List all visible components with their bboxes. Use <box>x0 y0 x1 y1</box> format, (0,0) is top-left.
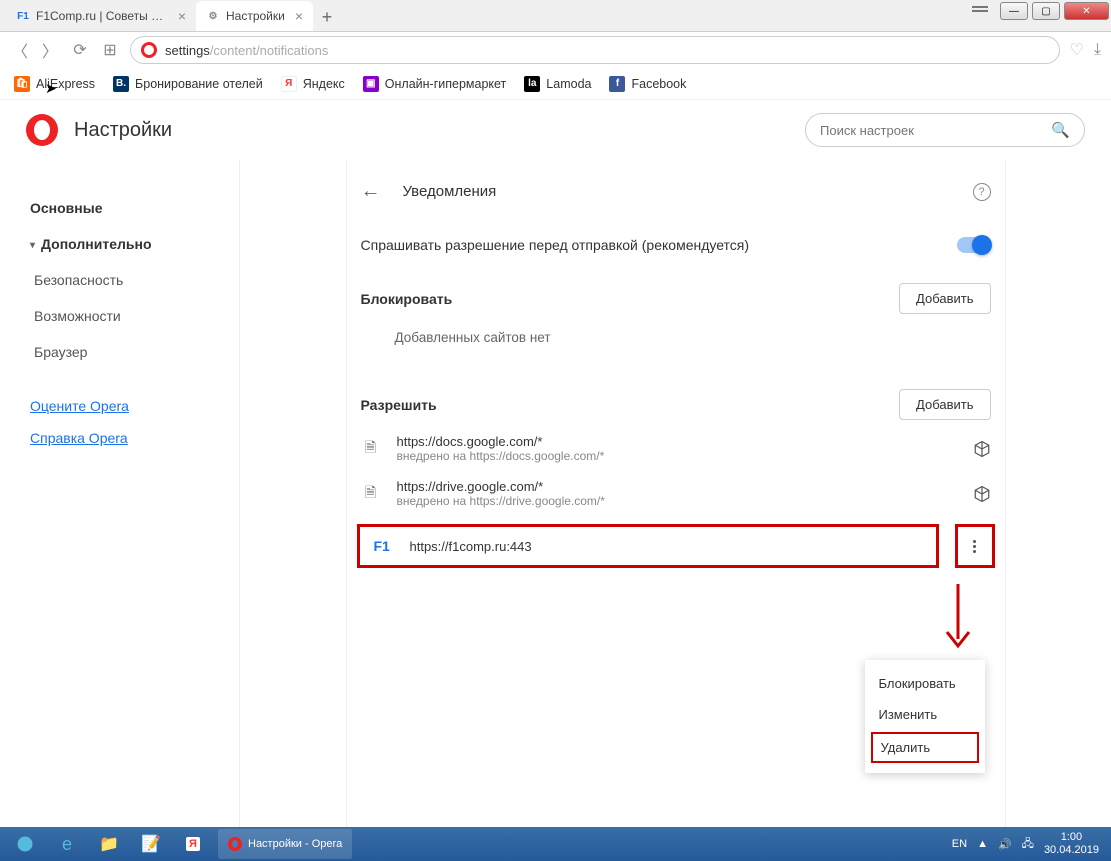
site-url: https://docs.google.com/* <box>397 434 957 449</box>
favicon: F1 <box>16 9 30 23</box>
ctx-edit[interactable]: Изменить <box>865 699 985 730</box>
tray-volume-icon[interactable]: 🔊 <box>998 838 1012 851</box>
bookmark-lamoda[interactable]: laLamoda <box>524 76 591 92</box>
ctx-delete[interactable]: Удалить <box>871 732 979 763</box>
opera-logo-icon <box>26 114 58 146</box>
sidebar-item-security[interactable]: Безопасность <box>30 262 239 298</box>
annotation-arrow-icon <box>943 584 973 659</box>
ctx-block[interactable]: Блокировать <box>865 668 985 699</box>
maximize-button[interactable]: ▢ <box>1032 2 1060 20</box>
f1-icon: F1 <box>374 538 394 554</box>
address-bar: 〈 〉 ⟳ ⊞ settings/content/notifications ♡… <box>0 32 1111 68</box>
add-allow-button[interactable]: Добавить <box>899 389 990 420</box>
forward-button[interactable]: 〉 <box>40 40 60 60</box>
cube-icon[interactable] <box>973 485 991 503</box>
tab-title: F1Comp.ru | Советы и лайф <box>36 9 168 23</box>
cube-icon[interactable] <box>973 440 991 458</box>
settings-header: Настройки 🔍 <box>0 100 1111 160</box>
sidebar-item-basic[interactable]: Основные <box>30 190 239 226</box>
file-icon: 🗎 <box>361 437 381 461</box>
minimize-button[interactable]: — <box>1000 2 1028 20</box>
site-url: https://f1comp.ru:443 <box>410 539 532 554</box>
speed-dial-icon[interactable]: ⊞ <box>100 40 120 60</box>
sidebar-item-advanced[interactable]: Дополнительно <box>30 226 239 262</box>
address-input[interactable]: settings/content/notifications <box>130 36 1060 64</box>
language-indicator[interactable]: EN <box>952 838 967 850</box>
tray-flag-icon[interactable]: ▲ <box>977 838 988 850</box>
block-heading: Блокировать <box>361 291 453 307</box>
site-url: https://drive.google.com/* <box>397 479 957 494</box>
highlighted-site-row[interactable]: F1 https://f1comp.ru:443 <box>357 524 939 568</box>
sidebar: Основные Дополнительно Безопасность Возм… <box>0 160 240 827</box>
task-label: Настройки - Opera <box>248 838 342 850</box>
panel-heading: Уведомления <box>403 183 497 200</box>
block-empty-text: Добавленных сайтов нет <box>347 320 1005 355</box>
taskbar: e 📁 📝 Я Настройки - Opera EN ▲ 🔊 🖧 1:00 … <box>0 827 1111 861</box>
yandex-icon[interactable]: Я <box>172 829 214 859</box>
add-block-button[interactable]: Добавить <box>899 283 990 314</box>
explorer-icon[interactable]: 📁 <box>88 829 130 859</box>
search-input[interactable] <box>820 123 1043 138</box>
bookmark-yandex[interactable]: ЯЯндекс <box>281 76 345 92</box>
ask-before-toggle[interactable] <box>957 237 991 253</box>
file-icon: 🗎 <box>361 482 381 506</box>
bookmark-hypermarket[interactable]: ▣Онлайн-гипермаркет <box>363 76 507 92</box>
notifications-panel: ← Уведомления ? Спрашивать разрешение пе… <box>346 160 1006 827</box>
site-embedded: внедрено на https://docs.google.com/* <box>397 449 957 463</box>
rate-opera-link[interactable]: Оцените Opera <box>30 390 239 422</box>
tab-bar: F1 F1Comp.ru | Советы и лайф × ⚙ Настрой… <box>0 0 1111 32</box>
allow-site-row: 🗎 https://drive.google.com/* внедрено на… <box>347 471 1005 516</box>
download-icon[interactable]: ⤓ <box>1094 41 1101 59</box>
context-menu: Блокировать Изменить Удалить <box>865 660 985 773</box>
tab-f1comp[interactable]: F1 F1Comp.ru | Советы и лайф × <box>6 1 196 31</box>
ask-before-row[interactable]: Спрашивать разрешение перед отправкой (р… <box>347 221 1005 269</box>
site-embedded: внедрено на https://drive.google.com/* <box>397 494 957 508</box>
help-opera-link[interactable]: Справка Opera <box>30 422 239 454</box>
site-menu-button[interactable] <box>955 524 995 568</box>
start-button[interactable] <box>4 829 46 859</box>
ie-icon[interactable]: e <box>46 829 88 859</box>
address-text: settings/content/notifications <box>165 43 328 58</box>
window-controls: — ▢ ✕ <box>998 0 1111 22</box>
bookmark-facebook[interactable]: fFacebook <box>609 76 686 92</box>
tab-close-icon[interactable]: × <box>295 8 303 24</box>
bookmark-aliexpress[interactable]: 🛍AliExpress <box>14 76 95 92</box>
tray-network-icon[interactable]: 🖧 <box>1022 835 1034 854</box>
back-button[interactable]: 〈 <box>10 40 30 60</box>
new-tab-button[interactable]: + <box>313 3 341 31</box>
opera-icon <box>228 837 242 851</box>
search-icon: 🔍 <box>1051 121 1070 139</box>
reload-button[interactable]: ⟳ <box>70 40 90 60</box>
taskbar-opera[interactable]: Настройки - Opera <box>218 829 352 859</box>
allow-site-row: 🗎 https://docs.google.com/* внедрено на … <box>347 426 1005 471</box>
clock[interactable]: 1:00 30.04.2019 <box>1044 831 1099 857</box>
gear-icon: ⚙ <box>206 9 220 23</box>
vertical-dots-icon <box>965 540 985 553</box>
opera-menu-icon[interactable] <box>969 3 991 15</box>
sidebar-item-browser[interactable]: Браузер <box>30 334 239 370</box>
notepad-icon[interactable]: 📝 <box>130 829 172 859</box>
settings-search[interactable]: 🔍 <box>805 113 1085 147</box>
bookmark-booking[interactable]: B.Бронирование отелей <box>113 76 263 92</box>
ask-before-label: Спрашивать разрешение перед отправкой (р… <box>361 237 750 253</box>
help-icon[interactable]: ? <box>973 183 991 201</box>
back-arrow-icon[interactable]: ← <box>361 180 381 203</box>
tab-close-icon[interactable]: × <box>178 8 186 24</box>
opera-icon <box>141 42 157 58</box>
close-window-button[interactable]: ✕ <box>1064 2 1109 20</box>
tab-settings[interactable]: ⚙ Настройки × <box>196 1 313 31</box>
page-title: Настройки <box>74 119 172 142</box>
bookmark-heart-icon[interactable]: ♡ <box>1070 40 1084 60</box>
tab-title: Настройки <box>226 9 285 23</box>
bookmarks-bar: 🛍AliExpress B.Бронирование отелей ЯЯндек… <box>0 68 1111 100</box>
allow-heading: Разрешить <box>361 397 437 413</box>
sidebar-item-features[interactable]: Возможности <box>30 298 239 334</box>
